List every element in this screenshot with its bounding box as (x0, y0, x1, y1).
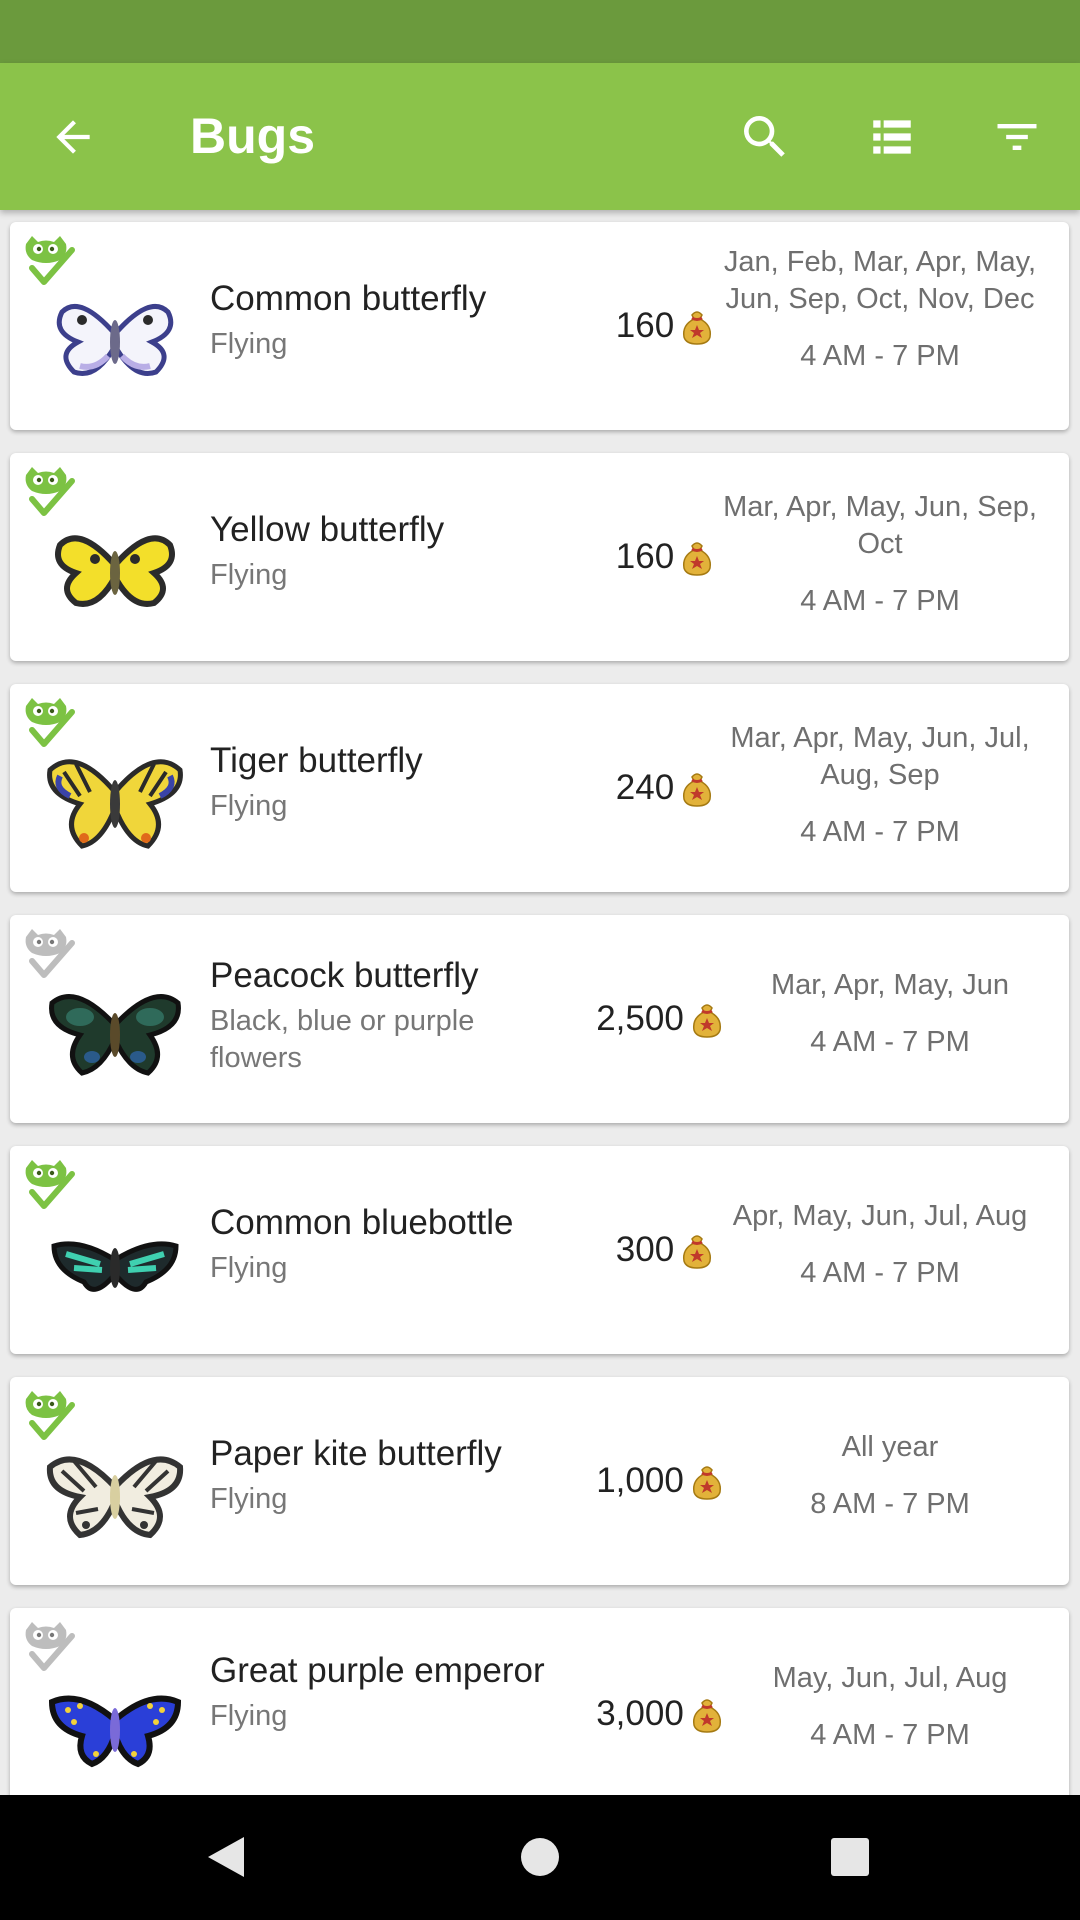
price-value: 1,000 (596, 1461, 684, 1500)
peacock-butterfly-image (49, 994, 181, 1076)
bug-card[interactable]: Paper kite butterfly Flying 1,000 All ye… (10, 1377, 1069, 1585)
bug-months: Mar, Apr, May, Jun (770, 969, 1009, 1001)
bug-card[interactable]: Tiger butterfly Flying 240 Mar, Apr, May… (10, 684, 1069, 892)
bug-card[interactable]: Great purple emperor Flying 3,000 May, J… (10, 1608, 1069, 1795)
great-purple-emperor-image (48, 1695, 182, 1768)
tiger-butterfly-image (47, 759, 183, 849)
price-value: 240 (615, 768, 675, 807)
bug-hours: 4 AM - 7 PM (800, 816, 960, 848)
bug-months: Mar, Apr, May, Jun, Sep, Oct (723, 491, 1037, 560)
price-value: 2,500 (596, 999, 684, 1038)
page-title: Bugs (190, 108, 315, 164)
search-button[interactable] (710, 63, 820, 210)
nav-back-icon (208, 1837, 244, 1877)
bug-name: Common butterfly (210, 279, 487, 318)
bug-card[interactable]: Yellow butterfly Flying 160 Mar, Apr, Ma… (10, 453, 1069, 661)
list-view-icon (873, 119, 911, 154)
bug-months: May, Jun, Jul, Aug (772, 1662, 1008, 1694)
bug-location: Flying (210, 559, 288, 591)
status-bar (0, 0, 1080, 63)
nav-recents-button[interactable] (810, 1825, 890, 1889)
search-icon (744, 115, 785, 157)
bug-card[interactable]: Common bluebottle Flying 300 Apr, May, J… (10, 1146, 1069, 1354)
bug-name: Common bluebottle (210, 1203, 514, 1242)
price-value: 300 (615, 1230, 675, 1269)
caught-owl-check-icon (25, 236, 75, 285)
price-value: 160 (615, 537, 675, 576)
filter-button[interactable] (962, 63, 1072, 210)
bug-name: Yellow butterfly (210, 510, 445, 549)
bug-months: Apr, May, Jun, Jul, Aug (732, 1200, 1028, 1232)
paper-kite-butterfly-image (46, 1456, 184, 1539)
caught-owl-check-icon (25, 698, 75, 747)
common-bluebottle-image (51, 1241, 179, 1292)
bug-hours: 4 AM - 7 PM (810, 1719, 970, 1751)
bug-hours: 4 AM - 7 PM (800, 585, 960, 617)
bug-location: Flying (210, 1483, 288, 1515)
bug-hours: 4 AM - 7 PM (810, 1026, 970, 1058)
bug-name: Paper kite butterfly (210, 1434, 502, 1473)
bug-name: Tiger butterfly (210, 741, 423, 780)
caught-owl-check-icon (25, 467, 75, 516)
bug-location: Black, blue or purple flowers (210, 1005, 475, 1074)
bug-hours: 4 AM - 7 PM (800, 340, 960, 372)
bug-months: Mar, Apr, May, Jun, Jul, Aug, Sep (730, 722, 1030, 791)
bug-hours: 4 AM - 7 PM (800, 1257, 960, 1289)
bug-card[interactable]: Common butterfly Flying 160 Jan, Feb, Ma… (10, 222, 1069, 430)
yellow-butterfly-image (55, 535, 175, 607)
caught-owl-check-icon (25, 1391, 75, 1440)
bug-months: Jan, Feb, Mar, Apr, May, Jun, Sep, Oct, … (723, 246, 1037, 315)
nav-recents-icon (831, 1838, 869, 1876)
arrow-back-icon (56, 119, 90, 154)
bug-name: Great purple emperor (210, 1651, 545, 1690)
system-navigation-bar (0, 1795, 1080, 1920)
nav-home-icon (521, 1838, 559, 1876)
nav-home-button[interactable] (500, 1825, 580, 1889)
view-toggle-button[interactable] (837, 63, 947, 210)
bug-location: Flying (210, 790, 288, 822)
not-caught-owl-check-icon (25, 929, 75, 978)
bug-location: Flying (210, 328, 288, 360)
bug-name: Peacock butterfly (210, 956, 479, 995)
price-value: 160 (615, 306, 675, 345)
not-caught-owl-check-icon (25, 1622, 75, 1671)
bug-location: Flying (210, 1700, 288, 1732)
bug-card[interactable]: Peacock butterfly Black, blue or purple … (10, 915, 1069, 1123)
app-bar: Bugs (0, 63, 1080, 210)
price-value: 3,000 (596, 1694, 684, 1733)
common-butterfly-image (56, 303, 174, 376)
back-button[interactable] (18, 63, 128, 210)
bug-location: Flying (210, 1252, 288, 1284)
bug-months: All year (841, 1431, 939, 1463)
caught-owl-check-icon (25, 1160, 75, 1209)
bug-hours: 8 AM - 7 PM (810, 1488, 970, 1520)
filter-icon (997, 123, 1037, 150)
nav-back-button[interactable] (186, 1825, 266, 1889)
bug-list[interactable]: Common butterfly Flying 160 Jan, Feb, Ma… (0, 210, 1080, 1795)
